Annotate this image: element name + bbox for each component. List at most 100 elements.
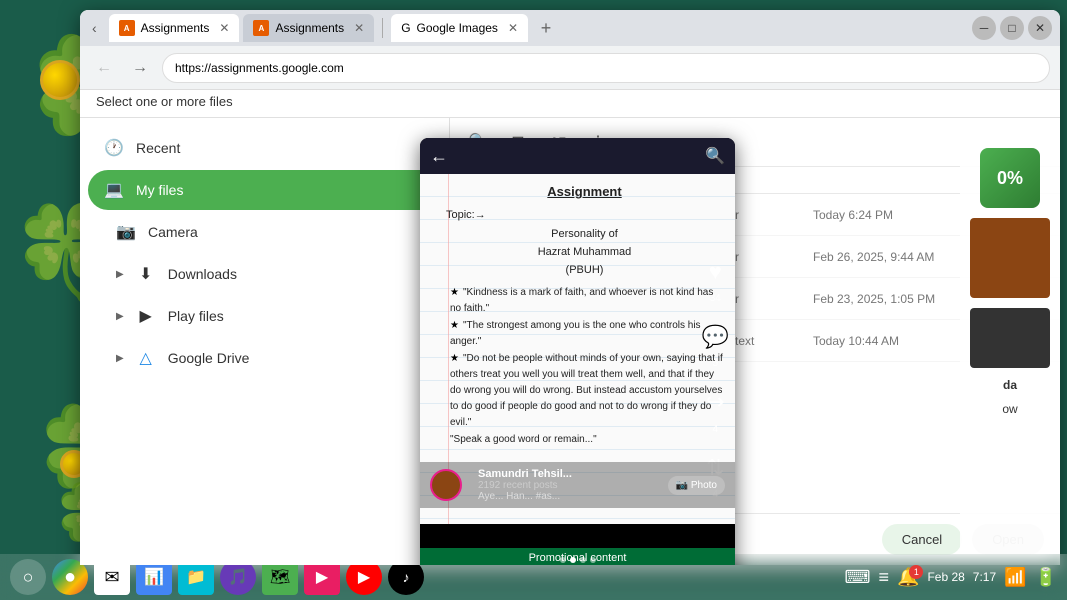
wifi-icon[interactable]: 📶 <box>1004 567 1026 588</box>
address-input[interactable] <box>162 53 1050 83</box>
browser-window: ‹ A Assignments ✕ A Assignments ✕ G Goog… <box>80 10 1060 565</box>
side-label-da: da <box>1003 378 1017 392</box>
side-thumbnail-1 <box>970 218 1050 298</box>
play-icon: ▶ <box>316 567 328 587</box>
recent-icon: 🕐 <box>104 138 124 158</box>
quote-2: ★"The strongest among you is the one who… <box>446 318 723 350</box>
close-button[interactable]: ✕ <box>1028 16 1052 40</box>
side-label-ow: ow <box>1002 402 1017 416</box>
downloads-icon: ⬇ <box>136 264 156 284</box>
sidebar-nav: 🕐 Recent 💻 My files 📷 Camera ▶ ⬇ Dow <box>80 118 449 565</box>
maps-icon: 🗺 <box>270 567 290 587</box>
paper-text: Assignment Topic:→ Personality of Hazrat… <box>432 182 723 448</box>
notification-badge: 1 <box>909 565 923 579</box>
phone-back-button[interactable]: ← <box>430 146 448 167</box>
sidebar-item-downloads[interactable]: ▶ ⬇ Downloads <box>88 254 441 294</box>
quote-1: ★"Kindness is a mark of faith, and whoev… <box>446 285 723 317</box>
launcher-button[interactable]: ○ <box>10 559 46 595</box>
address-bar-row: ← → <box>80 46 1060 90</box>
google-drive-icon: △ <box>136 348 156 368</box>
tiktok-icon: ♪ <box>403 569 410 585</box>
file-picker-panel: 🕐 Recent 💻 My files 📷 Camera ▶ ⬇ Dow <box>80 118 450 565</box>
cancel-button[interactable]: Cancel <box>882 524 962 555</box>
social-media-overlay: ← 🔍 Assignment Topic:→ Personality of Ha… <box>420 138 735 565</box>
phone-top-bar: ← 🔍 <box>420 138 735 174</box>
tab-close-1[interactable]: ✕ <box>219 21 229 35</box>
tab-label-2: Assignments <box>275 21 344 35</box>
tab-label-3: Google Images <box>417 21 498 35</box>
dots-indicator <box>420 557 735 563</box>
launcher-icon: ○ <box>23 567 34 588</box>
camera-icon: 📷 <box>116 222 136 242</box>
assignment-title: Assignment <box>446 182 723 203</box>
side-thumbnail-2 <box>970 308 1050 368</box>
select-files-label: Select one or more files <box>96 94 233 109</box>
dot-3 <box>580 557 586 563</box>
sidebar-item-label-downloads: Downloads <box>168 266 425 282</box>
tab-nav-left[interactable]: ‹ <box>88 18 101 38</box>
gmail-icon: ✉ <box>104 567 119 588</box>
tab-assignments-1[interactable]: A Assignments ✕ <box>109 14 240 42</box>
forward-button[interactable]: → <box>126 54 154 82</box>
tab-close-2[interactable]: ✕ <box>354 21 364 35</box>
topic-label: Topic:→ <box>446 207 723 225</box>
battery-icon: 🔋 <box>1035 567 1057 588</box>
taskbar-time: 7:17 <box>973 570 996 584</box>
sidebar-item-label-recent: Recent <box>136 140 425 156</box>
files-icon: 📁 <box>186 567 206 587</box>
sidebar-item-camera[interactable]: 📷 Camera <box>88 212 441 252</box>
taskbar-date: Feb 28 <box>927 570 964 584</box>
notification-area[interactable]: 🔔 1 <box>897 567 919 588</box>
my-files-icon: 💻 <box>104 180 124 200</box>
tab-favicon-2: A <box>253 20 269 36</box>
select-files-bar: Select one or more files <box>80 90 1060 118</box>
tab-label-1: Assignments <box>141 21 210 35</box>
tab-assignments-2[interactable]: A Assignments ✕ <box>243 14 374 42</box>
sidebar-item-label-play-files: Play files <box>168 308 425 324</box>
downloads-chevron: ▶ <box>116 269 124 280</box>
music-icon: 🎵 <box>228 567 248 587</box>
quote-4: "Speak a good word or remain..." <box>446 432 723 448</box>
right-side-panel: 0% da ow <box>960 128 1060 565</box>
keyboard-icon[interactable]: ⌨ <box>845 567 871 588</box>
sidebar-item-label-my-files: My files <box>136 182 425 198</box>
back-button[interactable]: ← <box>90 54 118 82</box>
author-name: Samundri Tehsil... <box>478 468 660 480</box>
title-bar: ‹ A Assignments ✕ A Assignments ✕ G Goog… <box>80 10 1060 46</box>
author-info: Samundri Tehsil... 2192 recent posts Aye… <box>470 468 660 502</box>
tab-close-3[interactable]: ✕ <box>508 21 518 35</box>
play-files-icon: ▶ <box>136 306 156 326</box>
tab-favicon-1: A <box>119 20 135 36</box>
sidebar-item-label-google-drive: Google Drive <box>168 350 425 366</box>
youtube-icon: ▶ <box>358 567 370 587</box>
mention-names: Aye... Han... #as... <box>478 491 660 502</box>
sidebar-item-my-files[interactable]: 💻 My files <box>88 170 441 210</box>
photo-button[interactable]: 📷 Photo <box>668 476 725 495</box>
tab-separator <box>382 18 383 38</box>
taskbar-right: ⌨ ≡ 🔔 1 Feb 28 7:17 📶 🔋 <box>845 567 1057 588</box>
minimize-button[interactable]: ─ <box>972 16 996 40</box>
play-chevron: ▶ <box>116 311 124 322</box>
percentage-badge: 0% <box>980 148 1040 208</box>
tab-favicon-3: G <box>401 21 410 35</box>
sidebar-item-recent[interactable]: 🕐 Recent <box>88 128 441 168</box>
window-controls: ─ □ ✕ <box>972 16 1052 40</box>
docs-icon: 📊 <box>144 567 164 587</box>
drive-chevron: ▶ <box>116 353 124 364</box>
settings-icon[interactable]: ≡ <box>879 567 890 588</box>
phone-search-button[interactable]: 🔍 <box>705 146 725 166</box>
tab-google-images[interactable]: G Google Images ✕ <box>391 14 528 42</box>
chrome-icon: ● <box>64 566 76 589</box>
post-author-section: Samundri Tehsil... 2192 recent posts Aye… <box>420 462 735 508</box>
dot-4 <box>590 557 596 563</box>
dot-1 <box>560 557 566 563</box>
sidebar-item-label-camera: Camera <box>148 224 425 240</box>
subject-line1: Personality of Hazrat Muhammad (PBUH) <box>446 226 723 279</box>
sidebar-item-play-files[interactable]: ▶ ▶ Play files <box>88 296 441 336</box>
sidebar-item-google-drive[interactable]: ▶ △ Google Drive <box>88 338 441 378</box>
maximize-button[interactable]: □ <box>1000 16 1024 40</box>
dot-2 <box>570 557 576 563</box>
author-sub: 2192 recent posts <box>478 480 660 491</box>
author-avatar <box>430 469 462 501</box>
new-tab-button[interactable]: + <box>532 14 560 42</box>
